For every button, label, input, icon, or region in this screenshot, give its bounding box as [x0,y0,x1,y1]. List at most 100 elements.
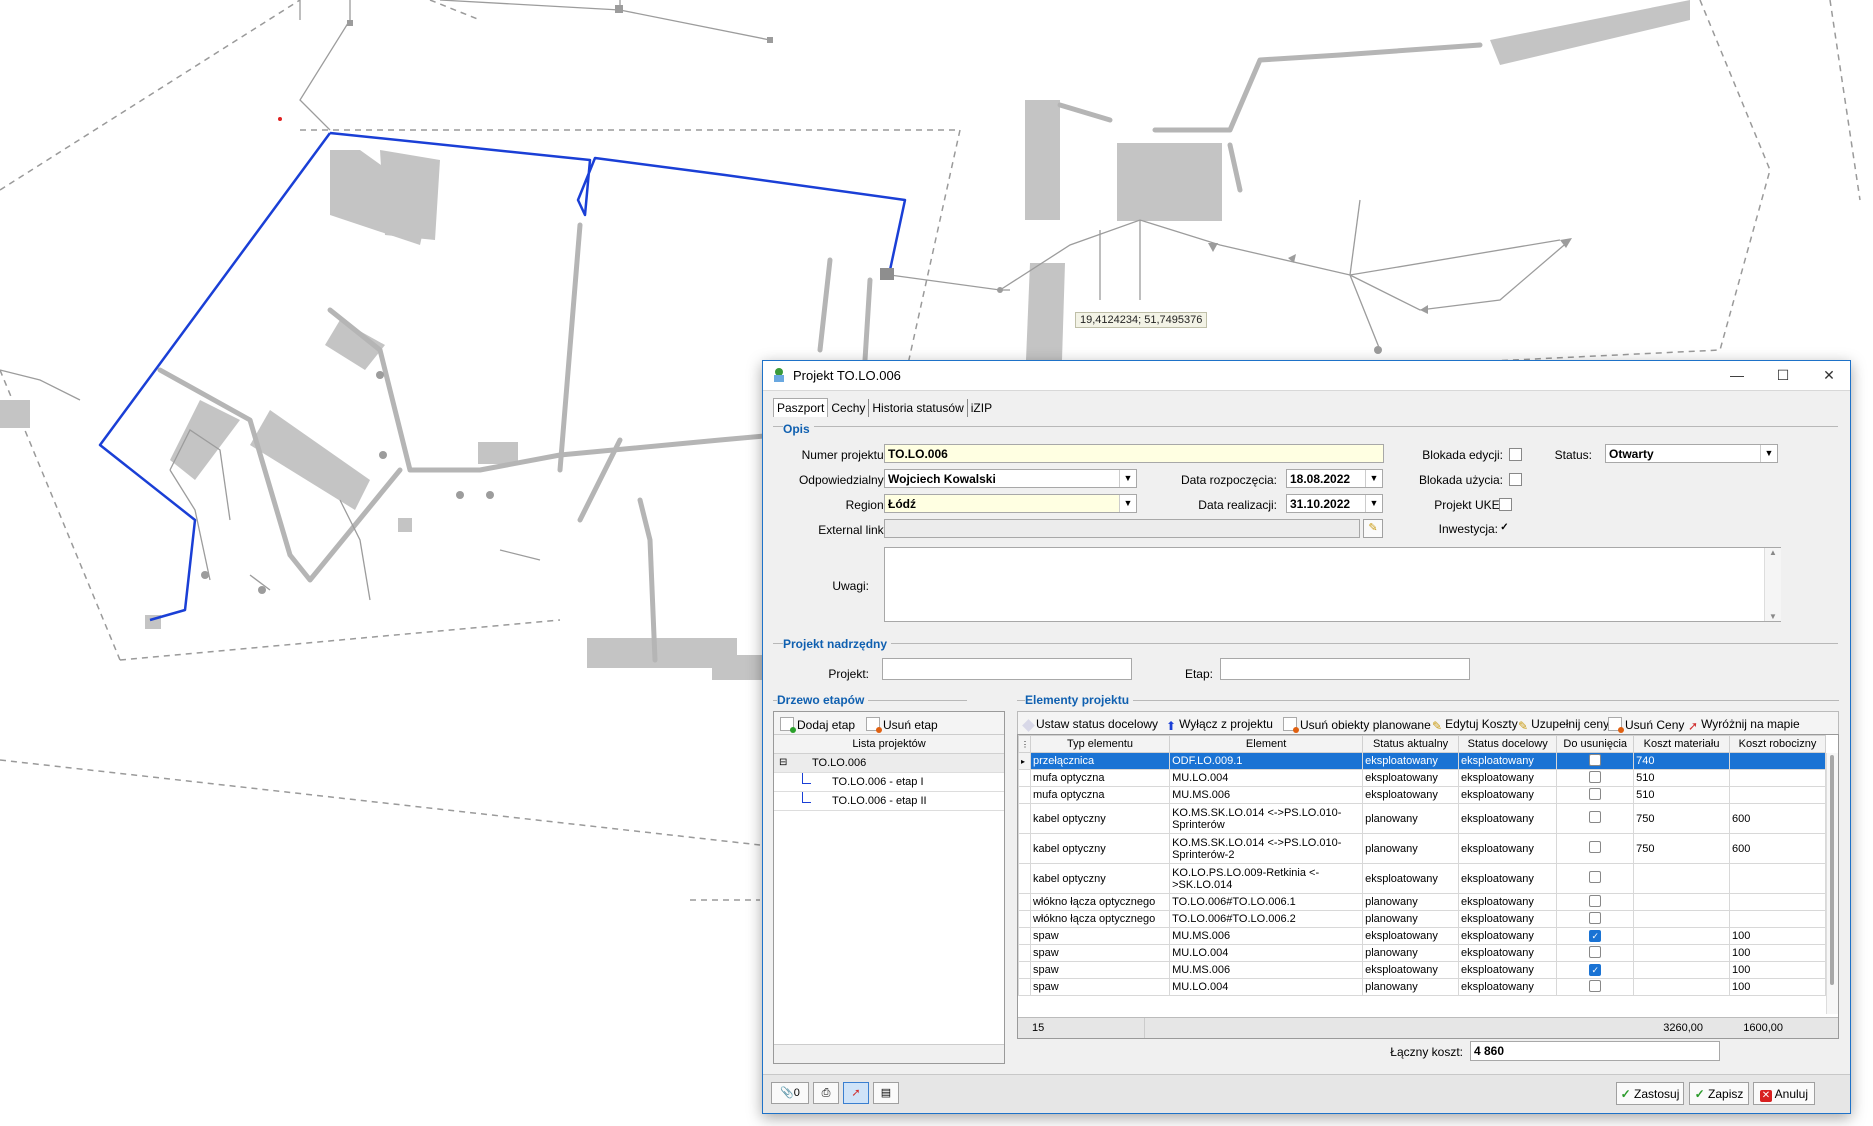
blokada-edycji-checkbox[interactable] [1509,448,1522,461]
dialog-titlebar[interactable]: Projekt TO.LO.006 — ☐ ✕ [763,361,1850,391]
wyroznij-button[interactable]: ➚ Wyróżnij na mapie [1688,717,1800,733]
projekt-uke-checkbox[interactable] [1499,498,1512,511]
table-row[interactable]: włókno łącza optycznego TO.LO.006#TO.LO.0… [1018,910,1826,928]
do-usuniecia-checkbox[interactable] [1589,894,1602,907]
grid-summary-row: 15 3260,00 1600,00 [1018,1017,1838,1038]
col-koszt-robocizny[interactable]: Koszt robocizny [1729,735,1826,753]
anuluj-button[interactable]: ✕ Anuluj [1753,1082,1815,1105]
do-usuniecia-checkbox[interactable] [1589,871,1602,883]
table-row[interactable]: spaw MU.LO.004 planowany eksploatowany 100 [1018,944,1826,962]
col-koszt-materialu[interactable]: Koszt materiału [1633,735,1731,753]
chevron-down-icon[interactable]: ▼ [1119,470,1136,487]
uwagi-scrollbar[interactable]: ▲ ▼ [1764,548,1781,621]
usun-planowane-label: Usuń obiekty planowane [1300,718,1431,732]
tab-paszport[interactable]: Paszport [773,398,829,417]
zapisz-button[interactable]: ✓ Zapisz [1689,1082,1749,1105]
table-row[interactable]: kabel optyczny KO.MS.SK.LO.014 <->PS.LO.0… [1018,833,1826,864]
do-usuniecia-checkbox[interactable] [1589,811,1602,823]
do-usuniecia-checkbox[interactable] [1589,945,1602,958]
data-realizacji-field[interactable]: 31.10.2022 ▼ [1286,494,1383,513]
do-usuniecia-checkbox[interactable] [1589,979,1602,992]
cell-koszt-materialu: 750 [1633,833,1731,864]
chevron-down-icon[interactable]: ▼ [1119,495,1136,512]
col-element[interactable]: Element [1169,735,1364,753]
maximize-button[interactable]: ☐ [1760,361,1806,390]
do-usuniecia-checkbox[interactable] [1589,770,1602,783]
tree-child-label: TO.LO.006 - etap I [832,776,924,788]
chevron-down-icon[interactable]: ▼ [1365,470,1382,487]
report-button[interactable]: ▤ [873,1082,899,1104]
do-usuniecia-checkbox[interactable] [1589,841,1602,853]
table-row[interactable]: mufa optyczna MU.MS.006 eksploatowany ekspl… [1018,786,1826,804]
print-button[interactable]: ⎙ [813,1082,839,1104]
minimize-button[interactable]: — [1714,361,1760,390]
do-usuniecia-checkbox[interactable] [1589,787,1602,800]
blokada-uzycia-checkbox[interactable] [1509,473,1522,486]
usun-ceny-button[interactable]: Usuń Ceny [1608,717,1684,733]
scroll-down-icon[interactable]: ▼ [1765,612,1781,621]
scroll-up-icon[interactable]: ▲ [1765,548,1781,557]
do-usuniecia-checkbox[interactable]: ✓ [1589,930,1602,942]
attachments-button[interactable]: 📎0 [771,1082,809,1104]
grid-scroll-thumb[interactable] [1830,755,1834,985]
map-tool-button[interactable]: ➚ [843,1082,869,1104]
table-row[interactable]: spaw MU.MS.006 eksploatowany eksploatowany ✓… [1018,961,1826,979]
col-status-docelowy[interactable]: Status docelowy [1458,735,1558,753]
cell-element: MU.MS.006 [1169,961,1364,979]
grid-scrollbar[interactable] [1826,753,1838,1014]
wylacz-button[interactable]: ⬆ Wyłącz z projektu [1166,717,1273,733]
col-do-usuniecia[interactable]: Do usunięcia [1556,735,1635,753]
section-elementy-title: Elementy projektu [1025,693,1134,707]
odpowiedzialny-select[interactable]: Wojciech Kowalski ▼ [884,469,1137,488]
external-link-field[interactable] [884,519,1360,538]
numer-projektu-field[interactable]: TO.LO.006 [884,444,1384,463]
edytuj-koszty-button[interactable]: ✎ Edytuj Koszty [1432,717,1518,733]
table-row[interactable]: spaw MU.MS.006 eksploatowany eksploatowany ✓… [1018,927,1826,945]
do-usuniecia-checkbox[interactable] [1589,753,1602,766]
table-row[interactable]: kabel optyczny KO.LO.PS.LO.009-Retkinia <… [1018,863,1826,894]
tree-node-child[interactable]: TO.LO.006 - etap I [774,773,1004,792]
cell-status-aktualny: planowany [1362,910,1460,928]
tree-node-root[interactable]: ⊟ TO.LO.006 [774,754,1004,773]
tab-cechy[interactable]: Cechy [828,399,870,417]
blokada-edycji-label: Blokada edycji: [1422,448,1503,462]
cell-element: TO.LO.006#TO.LO.006.2 [1169,910,1364,928]
col-typ[interactable]: Typ elementu [1029,735,1171,753]
table-row[interactable]: mufa optyczna MU.LO.004 eksploatowany ekspl… [1018,769,1826,787]
projekt-nadrzedny-field[interactable] [882,658,1132,680]
laczny-koszt-field[interactable]: 4 860 [1470,1041,1720,1061]
col-status-aktualny[interactable]: Status aktualny [1362,735,1460,753]
usun-planowane-button[interactable]: Usuń obiekty planowane [1283,717,1431,733]
etap-field[interactable] [1220,658,1470,680]
uwagi-textarea[interactable] [884,547,1781,622]
inwestycja-checkbox[interactable]: ✓ [1499,522,1510,533]
status-select[interactable]: Otwarty ▼ [1605,444,1778,463]
zastosuj-button[interactable]: ✓ Zastosuj [1616,1082,1684,1105]
region-select[interactable]: Łódź ▼ [884,494,1137,513]
table-row[interactable]: włókno łącza optycznego TO.LO.006#TO.LO.0… [1018,893,1826,911]
table-row[interactable]: kabel optyczny KO.MS.SK.LO.014 <->PS.LO.0… [1018,803,1826,834]
do-usuniecia-checkbox[interactable] [1589,911,1602,924]
do-usuniecia-checkbox[interactable]: ✓ [1589,964,1602,976]
table-row[interactable]: spaw MU.LO.004 planowany eksploatowany 100 [1018,978,1826,996]
dodaj-etap-button[interactable]: Dodaj etap [780,717,855,733]
zastosuj-label: Zastosuj [1634,1087,1680,1101]
close-button[interactable]: ✕ [1806,361,1852,390]
collapse-icon[interactable]: ⊟ [779,754,787,772]
usun-etap-button[interactable]: Usuń etap [866,717,938,733]
chevron-down-icon[interactable]: ▼ [1365,495,1382,512]
section-drzewo-title: Drzewo etapów [777,693,869,707]
ustaw-status-button[interactable]: Ustaw status docelowy [1022,717,1158,732]
cell-do-usuniecia [1556,863,1635,894]
tree-node-child[interactable]: TO.LO.006 - etap II [774,792,1004,811]
edit-link-button[interactable]: ✎ [1363,519,1383,538]
cell-status-docelowy: eksploatowany [1458,833,1558,864]
table-row[interactable]: ▸ przełącznica ODF.LO.009.1 eksploatowany ek… [1018,752,1826,770]
tab-historia[interactable]: Historia statusów [869,399,968,417]
chevron-down-icon[interactable]: ▼ [1760,445,1777,462]
cell-koszt-materialu: 740 [1633,752,1731,770]
uzupelnij-ceny-button[interactable]: ✎ Uzupełnij ceny [1518,717,1609,733]
tab-izip[interactable]: iZIP [968,399,995,417]
section-divider [773,426,1838,427]
data-rozpoczecia-field[interactable]: 18.08.2022 ▼ [1286,469,1383,488]
